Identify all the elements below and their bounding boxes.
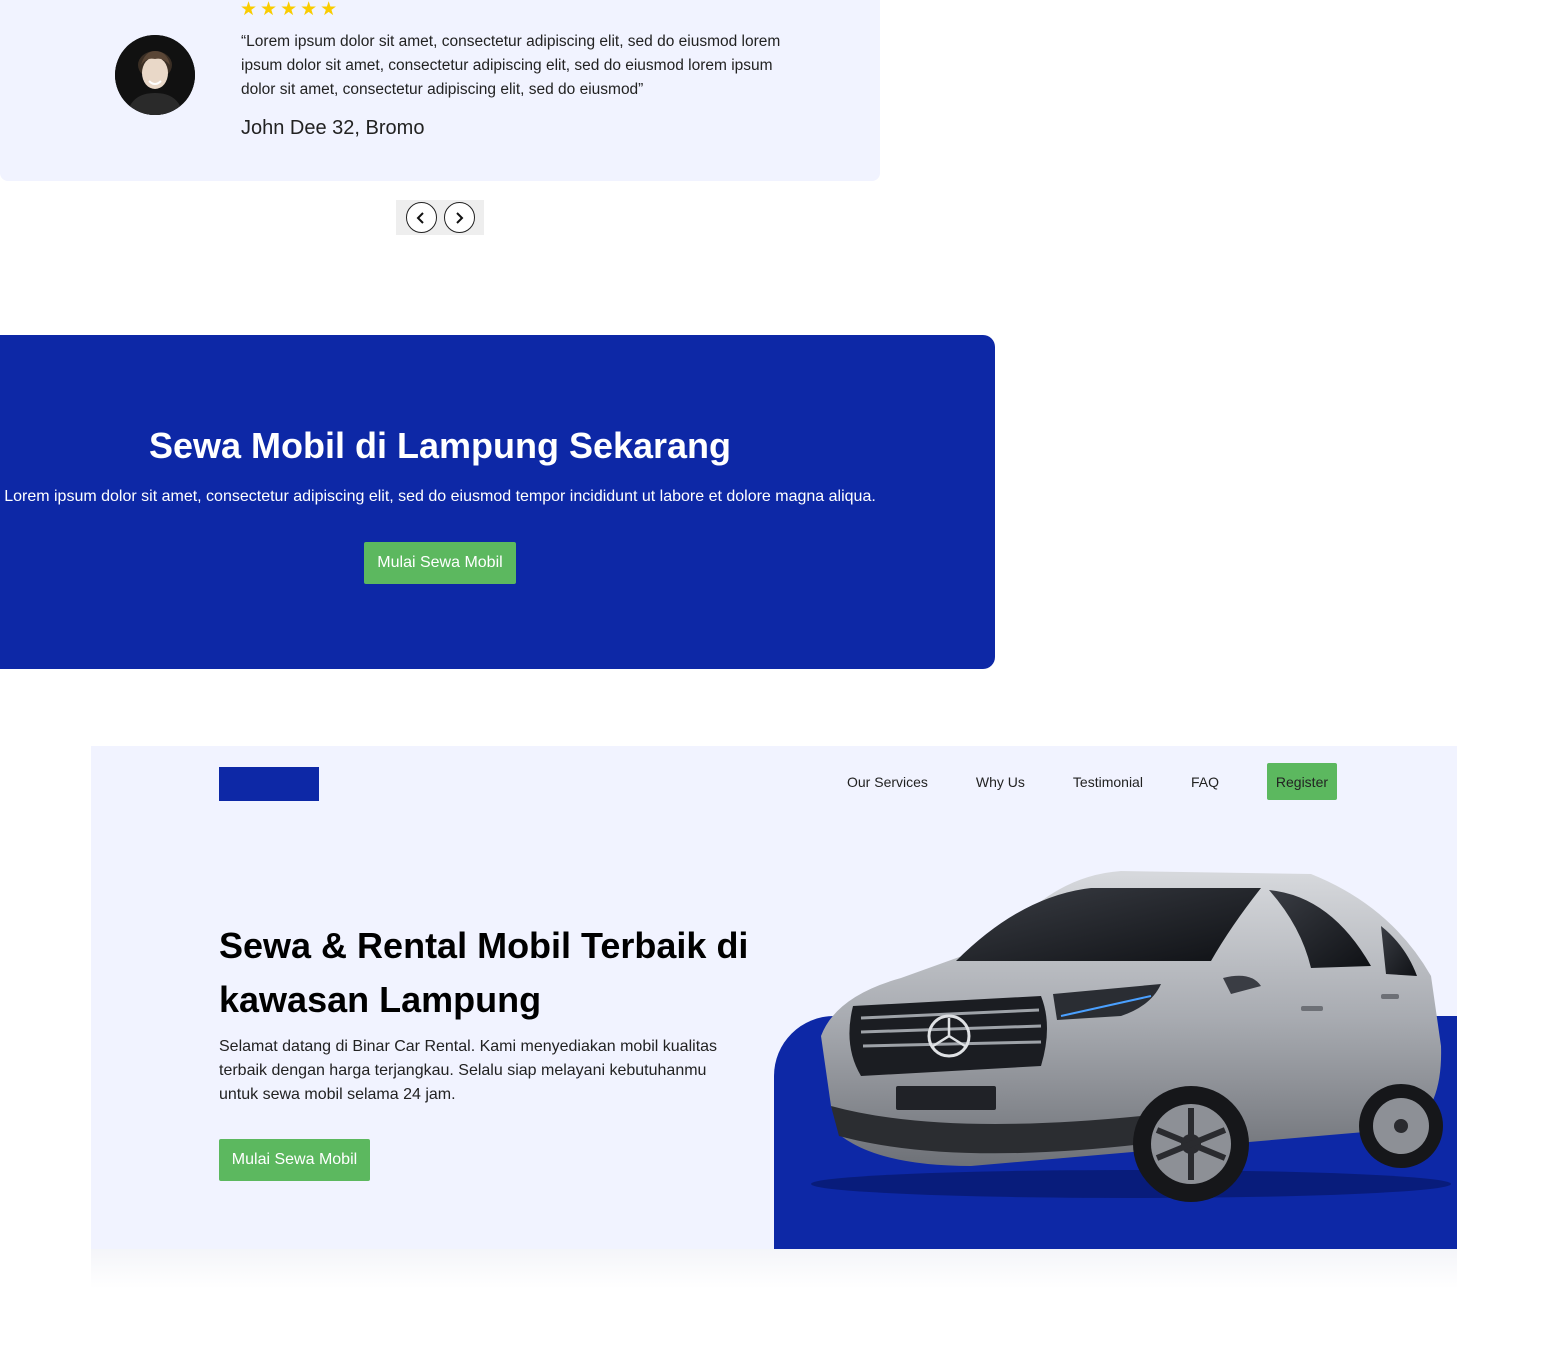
hero-title: Sewa & Rental Mobil Terbaik di kawasan L… <box>219 925 749 1020</box>
hero-description: Selamat datang di Binar Car Rental. Kami… <box>219 1038 718 1103</box>
cta-start-rent-button[interactable]: Mulai Sewa Mobil <box>364 542 516 584</box>
cta-title: Sewa Mobil di Lampung Sekarang <box>148 425 732 466</box>
testimonial-author: John Dee 32, Bromo <box>241 117 425 139</box>
chevron-left-icon <box>416 211 424 224</box>
car-image <box>811 871 1451 1202</box>
hero-section: Our Services Why Us Testimonial FAQ Regi… <box>91 746 1457 1249</box>
hero-shadow <box>91 1249 1457 1289</box>
logo[interactable] <box>219 767 319 801</box>
nav-link-testimonial[interactable]: Testimonial <box>1073 774 1143 790</box>
testimonial-quote: “Lorem ipsum dolor sit amet, consectetur… <box>241 33 781 98</box>
carousel-nav <box>396 200 484 235</box>
carousel-prev-button[interactable] <box>405 202 437 233</box>
nav-link-our-services[interactable]: Our Services <box>847 774 928 790</box>
carousel-next-button[interactable] <box>443 202 475 233</box>
nav-link-why-us[interactable]: Why Us <box>976 774 1025 790</box>
testimonial-card: ★★★★★ “Lorem ipsum dolor sit amet, conse… <box>0 0 880 181</box>
register-button[interactable]: Register <box>1266 763 1337 800</box>
hero-start-rent-button[interactable]: Mulai Sewa Mobil <box>219 1139 370 1181</box>
avatar <box>115 35 195 115</box>
nav-link-faq[interactable]: FAQ <box>1191 774 1219 790</box>
chevron-right-icon <box>456 211 464 224</box>
cta-description: Lorem ipsum dolor sit amet, consectetur … <box>4 488 876 505</box>
cta-banner: Sewa Mobil di Lampung Sekarang Lorem ips… <box>0 335 995 669</box>
navbar: Our Services Why Us Testimonial FAQ Regi… <box>847 763 1337 800</box>
rating-stars: ★★★★★ <box>240 0 341 20</box>
